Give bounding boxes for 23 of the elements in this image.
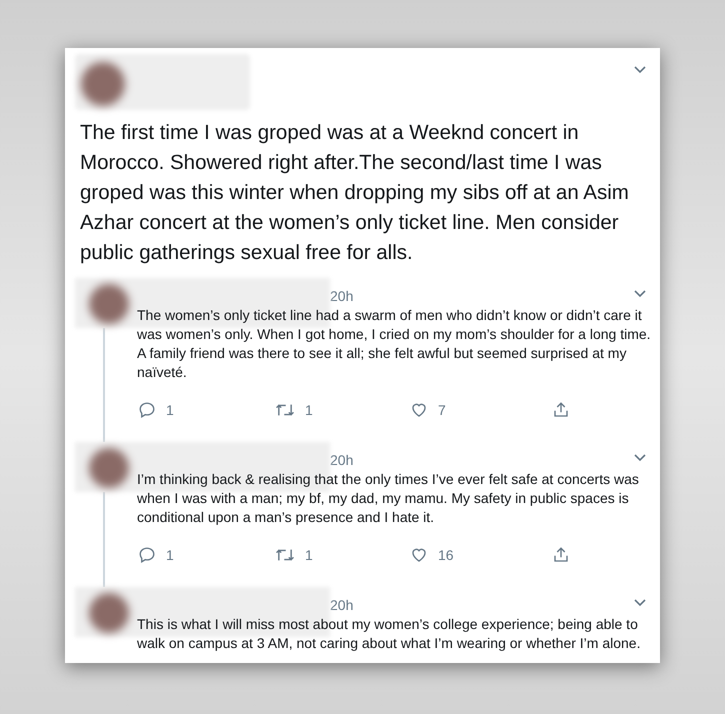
- reply-count: 1: [166, 546, 174, 564]
- reply-icon[interactable]: [138, 546, 156, 564]
- chevron-down-icon[interactable]: [634, 66, 646, 74]
- timestamp[interactable]: 20h: [330, 595, 354, 616]
- reply-text: This is what I will miss most about my women’s college experience; being able to walk on campus at 3 AM, not caring about what I’m wearing or whether I’m alone.: [137, 615, 642, 653]
- chevron-down-icon[interactable]: [634, 290, 646, 298]
- reply-text: The women’s only ticket line had a swarm of men who didn’t know or didn’t care it was women’s only. When I got home, I cried on my mom’s shoulder for a long time. A family friend was there to see it all; she felt awful but seemed surprised at my naïveté.: [137, 306, 652, 382]
- reply-count: 1: [166, 400, 174, 420]
- share-icon[interactable]: [552, 401, 570, 419]
- like-count: 7: [438, 400, 446, 420]
- reply-icon[interactable]: [138, 401, 156, 419]
- retweet-count: 1: [305, 546, 313, 564]
- tweet-text: The first time I was groped was at a Weeknd concert in Morocco. Showered right after.The second/last time I was groped was this winter when dropping my sibs off at an Asim Azhar concert at the women’s only ticket line. Men consider public gatherings sexual free for alls.: [80, 120, 630, 266]
- retweet-count: 1: [305, 400, 313, 420]
- heart-icon[interactable]: [410, 401, 428, 419]
- like-count: 16: [438, 546, 454, 564]
- share-icon[interactable]: [552, 546, 570, 564]
- reply-text: I’m thinking back & realising that the only times I’ve ever felt safe at concerts was when I was with a man; my bf, my dad, my mamu. My safety in public spaces is conditional upon a man’s presence and I hate it.: [137, 470, 640, 527]
- chevron-down-icon[interactable]: [634, 599, 646, 607]
- timestamp[interactable]: 20h: [330, 450, 354, 471]
- chevron-down-icon[interactable]: [634, 454, 646, 462]
- timestamp[interactable]: 20h: [330, 286, 354, 307]
- heart-icon[interactable]: [410, 546, 428, 564]
